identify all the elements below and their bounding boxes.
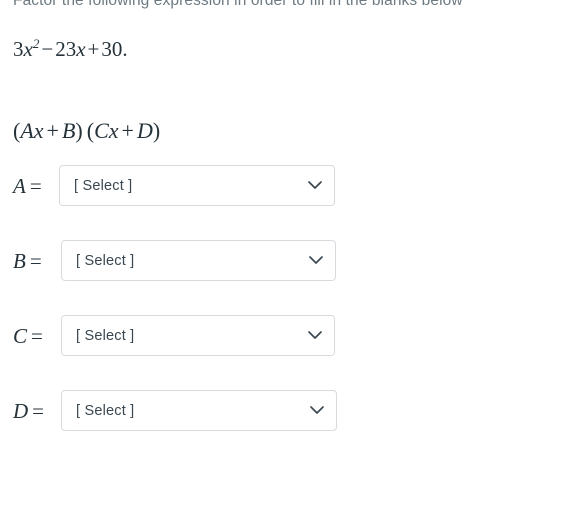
variable-x-2: x xyxy=(108,118,119,143)
blank-row-d: D = [ Select ] xyxy=(0,388,569,434)
select-dropdown-d-value: [ Select ] xyxy=(76,402,135,419)
expression-operator-2: + xyxy=(87,37,100,61)
blank-label-d: D = xyxy=(13,398,44,424)
select-dropdown-c-value: [ Select ] xyxy=(76,327,135,344)
plus-sign-2: + xyxy=(121,118,134,143)
factored-form-expression: (Ax + B) (Cx + D) xyxy=(13,117,160,145)
expression-variable: x xyxy=(23,37,33,61)
blank-label-d-equals: = xyxy=(32,399,45,423)
plus-sign-1: + xyxy=(46,118,59,143)
expression-coefficient-b: 23 xyxy=(55,37,77,61)
blank-row-a: A = [ Select ] xyxy=(0,163,569,209)
expression-coefficient-a: 3 xyxy=(13,37,24,61)
chevron-down-icon xyxy=(303,256,335,265)
select-dropdown-c[interactable]: [ Select ] xyxy=(61,315,335,356)
quadratic-expression: 3x2−23x+30. xyxy=(13,31,128,62)
blank-label-a: A = xyxy=(13,173,42,199)
close-paren-2: ) xyxy=(152,118,161,143)
chevron-down-icon xyxy=(302,331,334,340)
blank-label-c: C = xyxy=(13,323,43,349)
blank-label-b-equals: = xyxy=(29,249,42,273)
blank-label-c-variable: C xyxy=(13,324,28,348)
chevron-down-icon xyxy=(302,181,334,190)
open-paren-2: ( xyxy=(86,118,95,143)
select-dropdown-a-value: [ Select ] xyxy=(74,177,133,194)
select-dropdown-b[interactable]: [ Select ] xyxy=(61,240,336,281)
blank-row-c: C = [ Select ] xyxy=(0,313,569,359)
coefficient-c-symbol: C xyxy=(94,118,109,143)
blank-label-b-variable: B xyxy=(13,249,26,273)
blank-label-c-equals: = xyxy=(31,324,43,348)
constant-b-symbol: B xyxy=(61,118,76,143)
instruction-text: Factor the following expression in order… xyxy=(13,0,463,9)
question-page: Factor the following expression in order… xyxy=(0,0,569,508)
variable-x-1: x xyxy=(33,118,44,143)
coefficient-a-symbol: A xyxy=(20,118,34,143)
expression-period: . xyxy=(122,37,128,61)
expression-variable-2: x xyxy=(76,37,86,61)
select-dropdown-a[interactable]: [ Select ] xyxy=(59,165,335,206)
expression-constant: 30 xyxy=(101,37,123,61)
constant-d-symbol: D xyxy=(136,118,153,143)
blank-label-d-variable: D xyxy=(13,399,29,423)
blank-label-a-equals: = xyxy=(29,174,42,198)
chevron-down-icon xyxy=(304,406,336,415)
close-paren-1: ) xyxy=(75,118,83,143)
expression-operator-1: − xyxy=(41,37,54,61)
select-dropdown-b-value: [ Select ] xyxy=(76,252,135,269)
blank-label-b: B = xyxy=(13,248,42,274)
select-dropdown-d[interactable]: [ Select ] xyxy=(61,390,337,431)
blank-row-b: B = [ Select ] xyxy=(0,238,569,284)
blank-label-a-variable: A xyxy=(13,174,26,198)
